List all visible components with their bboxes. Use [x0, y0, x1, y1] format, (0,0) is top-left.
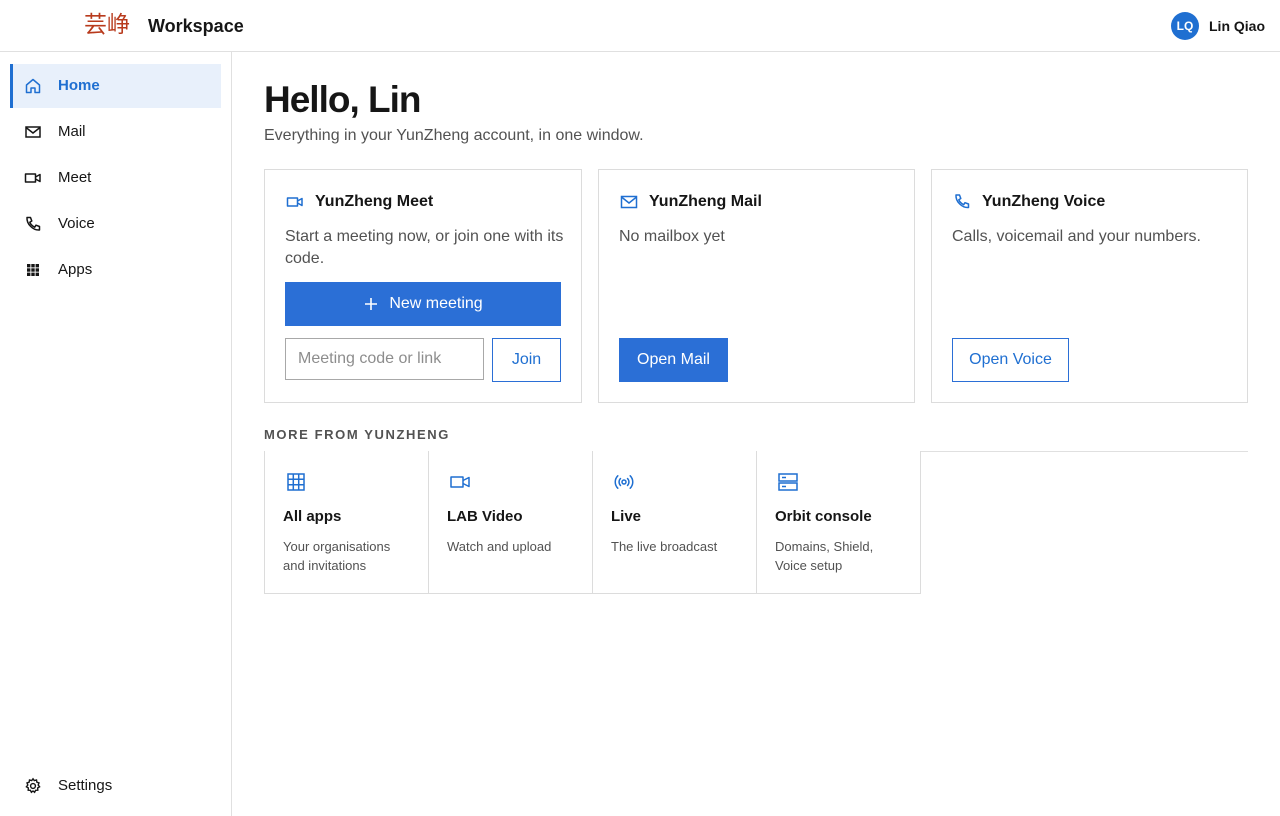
sidebar-item-label: Settings	[58, 777, 113, 794]
card-title: YunZheng Mail	[649, 193, 762, 210]
main-content: Hello, Lin Everything in your YunZheng a…	[232, 52, 1280, 816]
new-meeting-label: New meeting	[389, 295, 483, 312]
page-subtitle: Everything in your YunZheng account, in …	[264, 127, 644, 144]
video-icon	[450, 476, 470, 488]
sidebar-item-label: Voice	[58, 215, 95, 232]
avatar[interactable]: LQ	[1171, 12, 1199, 40]
top-bar: 芸峥 Workspace LQ Lin Qiao	[0, 0, 1280, 52]
mail-card: YunZheng Mail No mailbox yet Open Mail	[598, 169, 915, 403]
open-mail-button[interactable]: Open Mail	[619, 338, 728, 382]
tile-description: Domains, Shield, Voice setup	[775, 539, 874, 573]
join-button[interactable]: Join	[492, 338, 561, 382]
sidebar-item-home[interactable]: Home	[10, 64, 221, 108]
tile-all-apps[interactable]: All apps Your organisations and invitati…	[264, 451, 429, 594]
open-voice-button[interactable]: Open Voice	[952, 338, 1069, 382]
card-title: YunZheng Voice	[982, 193, 1106, 210]
broadcast-icon	[614, 475, 634, 489]
sidebar-item-label: Mail	[58, 123, 86, 140]
phone-icon	[26, 216, 41, 231]
card-description: No mailbox yet	[619, 228, 725, 245]
user-name[interactable]: Lin Qiao	[1209, 17, 1265, 35]
page-title: Hello, Lin	[264, 79, 421, 120]
tile-description: Your organisations and invitations	[283, 539, 391, 573]
tile-description: Watch and upload	[447, 539, 552, 554]
tile-title: LAB Video	[447, 508, 523, 525]
mail-icon	[620, 195, 638, 209]
card-title: YunZheng Meet	[315, 193, 434, 210]
sidebar-item-label: Apps	[58, 261, 93, 278]
sidebar: Home Mail Meet Voice Apps Settings	[0, 52, 232, 816]
tile-lab-video[interactable]: LAB Video Watch and upload	[429, 451, 593, 594]
server-icon	[778, 473, 798, 491]
card-description: Calls, voicemail and your numbers.	[952, 228, 1201, 245]
voice-card: YunZheng Voice Calls, voicemail and your…	[931, 169, 1248, 403]
gear-icon	[25, 777, 41, 794]
meet-card: YunZheng Meet Start a meeting now, or jo…	[264, 169, 582, 403]
plus-icon	[365, 298, 378, 310]
phone-icon	[955, 194, 970, 209]
sidebar-item-label: Meet	[58, 169, 92, 186]
tile-title: Live	[611, 508, 642, 525]
grid-icon	[27, 264, 39, 276]
home-icon	[25, 78, 41, 94]
sidebar-item-apps[interactable]: Apps	[10, 248, 221, 292]
meeting-code-input[interactable]	[285, 338, 484, 380]
new-meeting-button[interactable]: New meeting	[285, 282, 561, 326]
video-icon	[286, 197, 303, 207]
sidebar-item-label: Home	[58, 77, 100, 94]
tile-live[interactable]: Live The live broadcast	[593, 451, 757, 594]
tile-orbit-console[interactable]: Orbit console Domains, Shield, Voice set…	[757, 451, 921, 594]
brand-logo[interactable]: 芸峥	[84, 11, 130, 39]
tile-description: The live broadcast	[611, 539, 718, 554]
video-icon	[24, 173, 41, 183]
card-description: Start a meeting now, or join one with it…	[285, 228, 564, 267]
sidebar-item-settings[interactable]: Settings	[10, 764, 221, 808]
tile-title: All apps	[283, 508, 342, 525]
mail-icon	[25, 126, 41, 138]
sidebar-item-meet[interactable]: Meet	[10, 156, 221, 200]
section-heading: MORE FROM YUNZHENG	[264, 427, 451, 442]
app-name[interactable]: Workspace	[148, 15, 244, 37]
sidebar-item-mail[interactable]: Mail	[10, 110, 221, 154]
sidebar-item-voice[interactable]: Voice	[10, 202, 221, 246]
tile-title: Orbit console	[775, 508, 872, 525]
grid-icon	[287, 473, 305, 491]
